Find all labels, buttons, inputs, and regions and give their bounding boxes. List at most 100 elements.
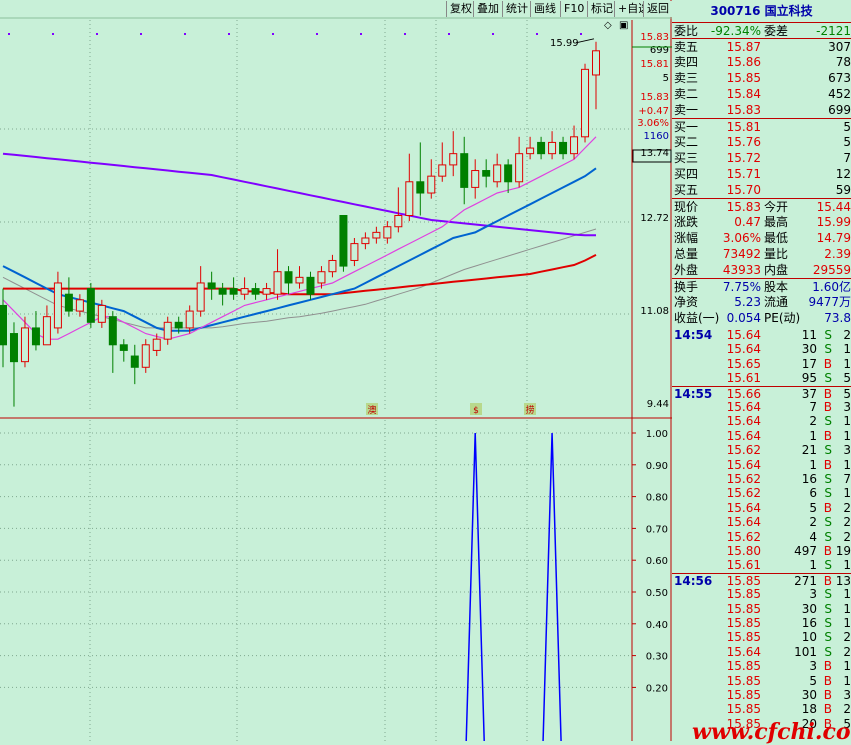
tick-count: 1 bbox=[843, 486, 851, 501]
stat-value: 43933 bbox=[722, 263, 761, 277]
grid-dot bbox=[316, 33, 318, 35]
tick-time: 14:54 bbox=[674, 328, 713, 342]
stat-row: 现价 15.83 今开 15.44 bbox=[672, 198, 851, 215]
tick-side: S bbox=[824, 515, 832, 530]
stock-header: 300716 国立科技 bbox=[672, 0, 851, 22]
price-axis-label: 9.44 bbox=[647, 399, 669, 410]
tick-volume: 7 bbox=[809, 400, 817, 414]
event-marker: 捞 bbox=[525, 404, 534, 416]
grid-dot bbox=[360, 33, 362, 35]
tick-row: 15.62 16 S 7 bbox=[672, 472, 851, 486]
ask-row: 卖一 15.83 699 bbox=[672, 102, 851, 118]
ask-row: 卖五 15.87 307 bbox=[672, 38, 851, 55]
toolbar-button-biaoji[interactable]: 标记 bbox=[587, 1, 616, 17]
stat-label: 净资 bbox=[674, 295, 699, 309]
tick-row: 15.85 10 S 2 bbox=[672, 630, 851, 644]
candle-body bbox=[581, 68, 590, 138]
candle-body bbox=[251, 288, 260, 295]
ask-label: 卖二 bbox=[674, 87, 699, 101]
tick-count: 2 bbox=[843, 702, 851, 717]
tick-price: 15.85 bbox=[726, 587, 761, 602]
stat-value: 15.44 bbox=[816, 200, 851, 214]
candle-body bbox=[306, 276, 315, 295]
tick-side: B bbox=[823, 688, 832, 702]
stat-value: 5.23 bbox=[734, 295, 761, 309]
stat-value: 73492 bbox=[722, 247, 761, 261]
tick-row: 14:56 15.85 271 B 13 bbox=[672, 572, 851, 588]
tick-count: 2 bbox=[843, 630, 851, 645]
candle-body bbox=[427, 175, 436, 194]
stat-label: PE(动) bbox=[764, 311, 801, 325]
tick-count: 2 bbox=[843, 515, 851, 530]
weibi-row: 委比 -92.34% 委差 -2121 bbox=[672, 22, 851, 39]
candle-body bbox=[438, 164, 447, 177]
tick-row: 15.85 3 B 1 bbox=[672, 659, 851, 673]
tick-side: S bbox=[824, 371, 832, 386]
ask-price: 15.86 bbox=[726, 55, 761, 69]
ask-price: 15.84 bbox=[726, 87, 761, 101]
stat-value: 73.8 bbox=[824, 311, 851, 325]
stat-label: 内盘 bbox=[764, 263, 789, 277]
stat-row: 净资 5.23 流通 9477万 bbox=[672, 294, 851, 310]
tick-price: 15.80 bbox=[726, 544, 761, 558]
tick-count: 13 bbox=[835, 573, 851, 588]
candle-body bbox=[515, 153, 524, 183]
bid-row: 买一 15.81 5 bbox=[672, 118, 851, 135]
stat-value: 15.83 bbox=[726, 200, 761, 214]
grid-dot bbox=[492, 33, 494, 35]
toolbar-button-diejia[interactable]: 叠加 bbox=[473, 1, 502, 17]
indicator-axis-label: 0.50 bbox=[646, 588, 668, 599]
stat-value: 1.60亿 bbox=[812, 280, 851, 294]
tick-count: 1 bbox=[843, 342, 851, 357]
ask-label: 卖四 bbox=[674, 55, 699, 69]
candle-body bbox=[482, 170, 491, 177]
candle-body bbox=[394, 215, 403, 228]
bid-volume: 5 bbox=[843, 135, 851, 149]
tick-side: S bbox=[824, 486, 832, 501]
stat-row: 涨跌 0.47 最高 15.99 bbox=[672, 214, 851, 230]
tick-side: B bbox=[823, 702, 832, 717]
ask-price: 15.85 bbox=[726, 71, 761, 85]
stat-row: 外盘 43933 内盘 29559 bbox=[672, 262, 851, 278]
candle-body bbox=[9, 333, 18, 363]
indicator-axis-label: 1.00 bbox=[646, 429, 668, 440]
tick-price: 15.85 bbox=[726, 688, 761, 702]
toolbar-button-f10[interactable]: F10 bbox=[560, 1, 588, 17]
chart-area[interactable]: 15.99◇ ▣15.8369915.81515.83+0.473.06%1160… bbox=[0, 0, 672, 741]
tick-volume: 11 bbox=[801, 328, 817, 342]
tick-volume: 2 bbox=[809, 515, 817, 530]
tick-price: 15.64 bbox=[726, 644, 761, 659]
tick-count: 2 bbox=[843, 644, 851, 659]
toolbar-button-tongji[interactable]: 统计 bbox=[502, 1, 531, 17]
candle-body bbox=[20, 327, 29, 363]
tick-volume: 37 bbox=[801, 386, 817, 401]
tick-volume: 17 bbox=[801, 356, 817, 371]
tick-price: 15.62 bbox=[726, 443, 761, 458]
tick-price: 15.66 bbox=[726, 386, 761, 401]
bid-price: 15.72 bbox=[726, 151, 761, 165]
tick-row: 14:55 15.66 37 B 5 bbox=[672, 385, 851, 401]
grid-dot bbox=[580, 33, 582, 35]
candle-body bbox=[31, 327, 40, 346]
toolbar-button-back[interactable]: 返回 bbox=[643, 1, 672, 17]
tick-count: 1 bbox=[843, 558, 851, 573]
bid-row: 买三 15.72 7 bbox=[672, 150, 851, 166]
grid-dot bbox=[140, 33, 142, 35]
tick-side: S bbox=[824, 443, 832, 458]
grid-dot bbox=[404, 33, 406, 35]
tick-count: 1 bbox=[843, 356, 851, 371]
price-axis-label: 3.06% bbox=[637, 118, 669, 129]
tick-price: 15.62 bbox=[726, 486, 761, 501]
toolbar-button-fuquan[interactable]: 复权 bbox=[446, 1, 475, 17]
candle-body bbox=[317, 271, 326, 284]
candle-body bbox=[405, 181, 414, 217]
bid-label: 买一 bbox=[674, 120, 699, 134]
candle-body bbox=[383, 226, 392, 239]
toolbar-button-huaxian[interactable]: 画线 bbox=[530, 1, 559, 17]
candle-body bbox=[207, 282, 216, 290]
tick-count: 1 bbox=[843, 616, 851, 630]
tick-side: B bbox=[823, 673, 832, 688]
candle-body bbox=[75, 299, 84, 312]
ask-volume: 78 bbox=[835, 55, 851, 69]
tick-volume: 5 bbox=[809, 500, 817, 515]
